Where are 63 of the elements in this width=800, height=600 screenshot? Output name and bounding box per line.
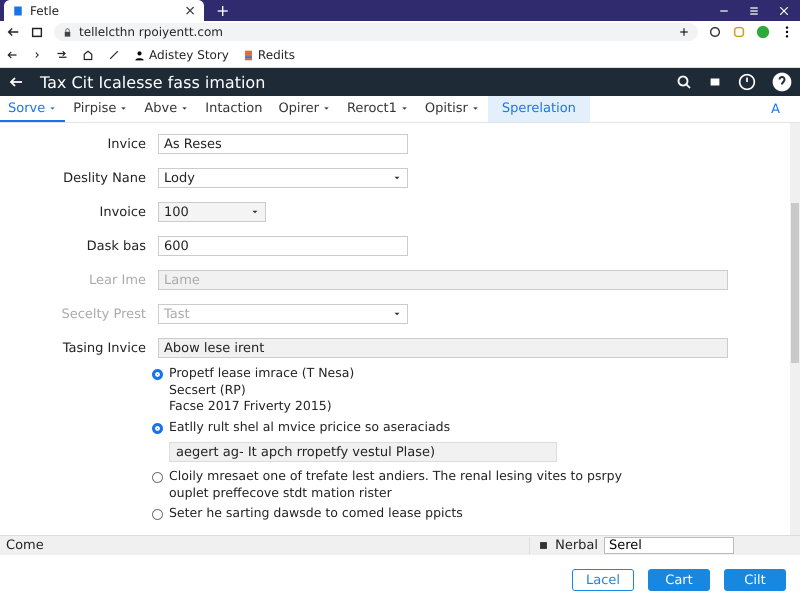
option-text: Cloily mresaet one of trefate lest andiers. The renal lesing vites to psrpy (169, 470, 622, 482)
menu-tab[interactable]: Opirer (270, 96, 339, 122)
clock-icon[interactable] (738, 73, 756, 91)
radio-button[interactable] (152, 509, 163, 520)
field-label: Secelty Prest (60, 306, 146, 322)
action-button[interactable]: Lacel (572, 569, 634, 591)
tab-close-button[interactable]: × (184, 2, 196, 18)
field-label: Tasing Invice (62, 340, 146, 356)
scrollbar-thumb[interactable] (791, 203, 799, 363)
person-icon[interactable] (134, 50, 145, 60)
input-field[interactable]: 600 (158, 236, 408, 256)
action-button[interactable]: Cart (648, 569, 710, 591)
input-field[interactable]: aegert ag- It apch rropetfy vestul Plase) (169, 442, 557, 462)
option-text: Seter he sarting dawsde to comed lease ppicts (169, 507, 463, 520)
dropdown-field[interactable]: 100 (158, 202, 266, 222)
status-label: Nerbal (555, 538, 598, 553)
field-label: Dask bas (86, 238, 146, 254)
option-text: Secsert (RP) (169, 384, 247, 396)
menu-tab[interactable]: Opitisr (416, 96, 488, 122)
lock-icon[interactable] (62, 26, 73, 38)
radio-button[interactable] (152, 369, 163, 380)
address-bar[interactable]: tellelcthn rpoiyentt.com (54, 23, 698, 41)
option-text: Eatlly rult shel al mvice pricice so aseraciads (169, 420, 452, 433)
input-field[interactable]: Serel (604, 537, 734, 554)
menu-tab[interactable]: Abve (136, 96, 198, 122)
field-label: Invice (106, 136, 146, 152)
menu-tab[interactable]: Sorve (0, 96, 66, 122)
home-icon[interactable] (82, 49, 94, 61)
field-label: Deslity Nane (62, 170, 146, 186)
bookmark-link[interactable]: Redits (242, 48, 295, 62)
menu-tab[interactable]: Pirpise (65, 96, 136, 122)
font-size-button[interactable]: A (751, 96, 800, 122)
menu-tab[interactable]: Intaction (197, 96, 270, 122)
input-field[interactable]: As Reses (158, 134, 408, 154)
book-icon[interactable] (242, 50, 254, 60)
bookmark-link[interactable]: Adistey Story (134, 48, 229, 62)
action-button[interactable]: Cilt (724, 569, 786, 591)
maximize-icon[interactable] (748, 4, 760, 16)
menu-tab[interactable]: Sperelation (488, 96, 590, 122)
browser-tab[interactable]: Fetle × (4, 0, 204, 21)
status-text: Come (6, 538, 45, 553)
extension-icon[interactable] (708, 25, 722, 39)
app-title: Tax Cit Icalesse fass imation (40, 72, 266, 92)
input-field[interactable]: Abow lese irent (158, 338, 728, 358)
dropdown-field[interactable]: Lody (158, 168, 408, 188)
radio-button[interactable] (152, 422, 163, 434)
grid-icon[interactable] (538, 540, 550, 551)
close-icon[interactable] (778, 4, 790, 16)
field-label: Invoice (98, 204, 146, 220)
option-text: Facse 2017 Friverty 2015) (169, 400, 333, 412)
arrows-icon[interactable] (56, 49, 68, 61)
option-text: Propetf lease imrace (T Nesa) (169, 367, 354, 380)
back-icon[interactable] (6, 25, 20, 39)
help-icon[interactable] (772, 72, 792, 92)
radio-button[interactable] (152, 472, 163, 483)
page-icon[interactable] (12, 4, 24, 16)
new-tab-button[interactable]: + (216, 1, 230, 20)
field-label: Lear Ime (88, 272, 146, 288)
back-icon[interactable] (6, 49, 18, 61)
search-icon[interactable] (676, 74, 692, 90)
menu-tab[interactable]: Reroct1 (338, 96, 417, 122)
option-text: ouplet preffecove stdt mation rister (169, 486, 393, 499)
profile-icon[interactable] (756, 25, 770, 39)
